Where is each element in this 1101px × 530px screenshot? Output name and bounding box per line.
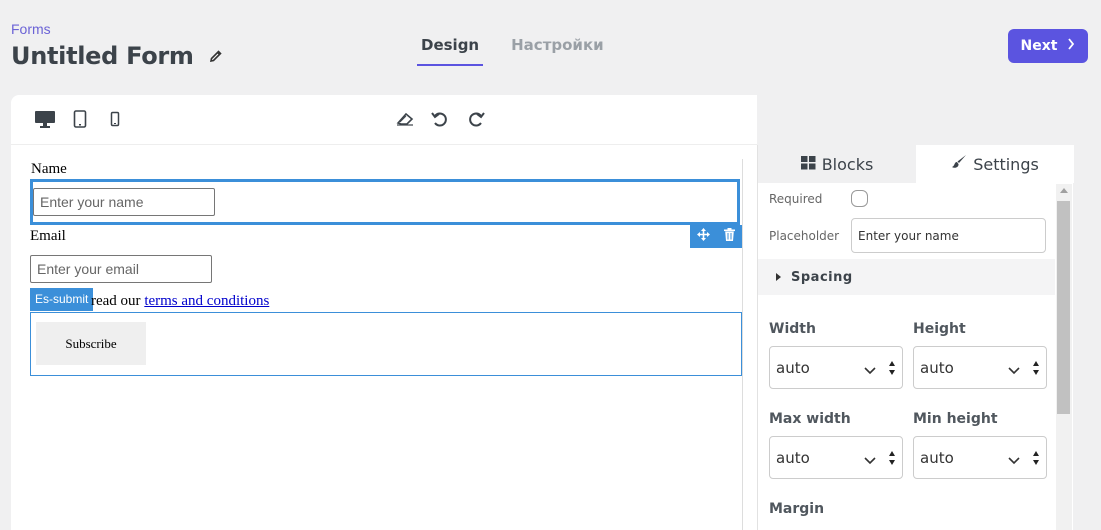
placeholder-input[interactable]: Enter your name — [851, 218, 1046, 253]
pencil-icon[interactable] — [208, 48, 224, 64]
tab-settings[interactable]: Настройки — [507, 30, 608, 66]
chevron-down-icon — [1008, 451, 1020, 469]
margin-label: Margin — [769, 501, 825, 517]
editor-canvas-area: Name Enter your name Email Enter your em… — [11, 95, 757, 530]
tab-blocks[interactable]: Blocks — [758, 145, 916, 183]
mobile-icon[interactable] — [104, 109, 126, 129]
email-input-placeholder: Enter your email — [37, 261, 139, 277]
email-input[interactable]: Enter your email — [30, 255, 212, 283]
tab-settings-panel[interactable]: Settings — [916, 145, 1074, 183]
subscribe-button[interactable]: Subscribe — [36, 322, 146, 365]
min-height-select[interactable]: auto — [913, 436, 1047, 479]
spacing-section-toggle[interactable]: Spacing — [758, 259, 1055, 295]
tablet-icon[interactable] — [69, 109, 91, 129]
caret-right-icon — [776, 273, 781, 281]
height-select-value: auto — [920, 358, 954, 377]
page-title: Untitled Form — [11, 42, 194, 70]
name-input-placeholder: Enter your name — [40, 194, 144, 210]
spacing-label: Spacing — [791, 269, 853, 285]
spinner-arrows-icon — [888, 360, 896, 380]
submit-block[interactable]: Subscribe — [30, 312, 742, 376]
brush-icon — [951, 154, 967, 174]
block-toolbar — [690, 225, 742, 248]
width-select-value: auto — [776, 358, 810, 377]
height-label: Height — [913, 321, 966, 337]
placeholder-input-value: Enter your name — [858, 228, 959, 243]
editor-toolbar — [11, 95, 757, 145]
panel-tabs: Blocks Settings — [758, 145, 1074, 183]
next-button-label: Next — [1020, 38, 1058, 54]
max-width-select[interactable]: auto — [769, 436, 903, 479]
width-label: Width — [769, 321, 816, 337]
chevron-down-icon — [864, 451, 876, 469]
tab-design[interactable]: Design — [417, 30, 484, 66]
redo-icon[interactable] — [465, 109, 487, 129]
title-row: Untitled Form — [11, 42, 224, 70]
blocks-icon — [800, 155, 816, 174]
width-select[interactable]: auto — [769, 346, 903, 389]
terms-link[interactable]: terms and conditions — [144, 293, 269, 309]
placeholder-label: Placeholder — [769, 229, 840, 243]
eraser-icon[interactable] — [394, 109, 416, 129]
required-label: Required — [769, 192, 823, 206]
min-height-label: Min height — [913, 411, 998, 427]
panel-scrollbar[interactable] — [1056, 184, 1072, 530]
undo-icon[interactable] — [429, 109, 451, 129]
tab-settings-label: Settings — [973, 154, 1039, 174]
form-canvas: Name Enter your name Email Enter your em… — [29, 159, 743, 530]
spinner-arrows-icon — [1032, 450, 1040, 470]
next-button[interactable]: Next — [1008, 29, 1088, 63]
top-tabs: Design Настройки — [417, 30, 608, 66]
panel-top-spacer — [757, 95, 1071, 145]
email-label: Email — [30, 228, 66, 244]
spinner-arrows-icon — [1032, 360, 1040, 380]
terms-prefix: read our — [91, 293, 141, 309]
name-input[interactable]: Enter your name — [33, 188, 215, 216]
breadcrumb[interactable]: Forms — [11, 21, 51, 37]
spinner-arrows-icon — [888, 450, 896, 470]
chevron-right-icon — [1067, 38, 1075, 54]
height-select[interactable]: auto — [913, 346, 1047, 389]
required-checkbox[interactable] — [851, 190, 868, 207]
max-width-label: Max width — [769, 411, 851, 427]
max-width-select-value: auto — [776, 448, 810, 467]
scroll-up-arrow-icon[interactable] — [1060, 188, 1068, 193]
tab-blocks-label: Blocks — [821, 154, 874, 174]
min-height-select-value: auto — [920, 448, 954, 467]
chevron-down-icon — [1008, 361, 1020, 379]
desktop-icon[interactable] — [34, 109, 56, 129]
scroll-thumb[interactable] — [1057, 201, 1070, 414]
settings-panel: Blocks Settings Required Placeholder Ent… — [757, 145, 1074, 530]
chevron-down-icon — [864, 361, 876, 379]
name-label: Name — [31, 161, 67, 177]
move-icon[interactable] — [697, 227, 710, 246]
block-type-badge: Es-submit — [30, 288, 94, 311]
trash-icon[interactable] — [724, 227, 735, 246]
terms-text: read our terms and conditions — [91, 293, 269, 310]
